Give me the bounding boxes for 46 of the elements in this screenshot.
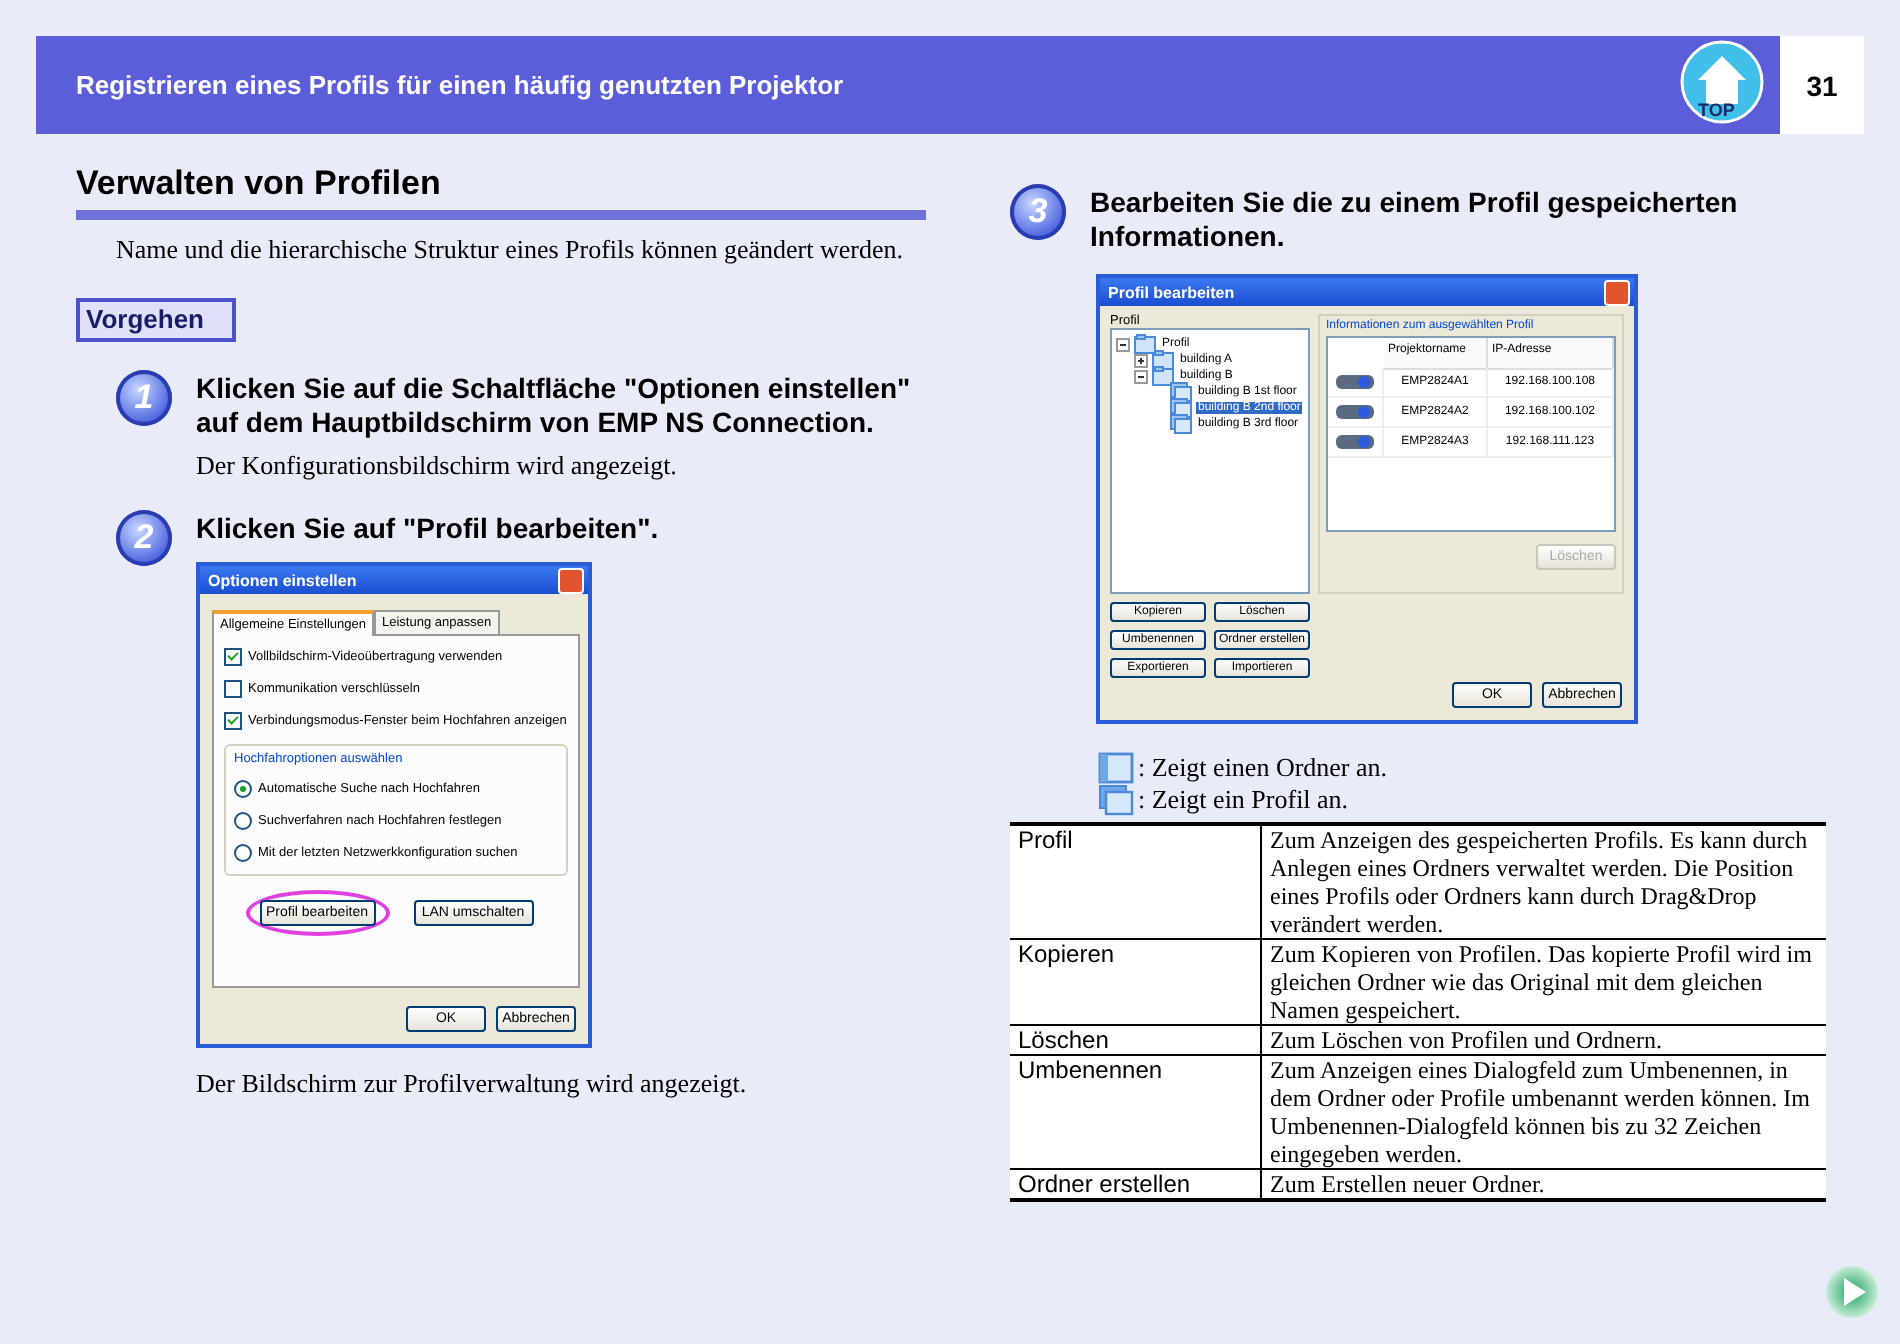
folder-icon [1152, 350, 1174, 370]
step-number: 1 [116, 370, 172, 426]
page-number: 31 [1780, 36, 1864, 134]
table-cell: Zum Anzeigen des gespeicherten Profils. Es kann durch Anlegen eines Ordners verwaltet werden. Die Position eines Profils oder Ordners kann durch Drag&Drop verändert werden. [1270, 826, 1808, 938]
table-cell: Zum Erstellen neuer Ordner. [1270, 1170, 1545, 1198]
projector-icon [1335, 434, 1375, 450]
radio-button[interactable] [234, 780, 252, 798]
window-title: Profil bearbeiten [1108, 283, 1235, 301]
radio-button[interactable] [234, 844, 252, 862]
step-note: Der Konfigurationsbildschirm wird angezeigt. [196, 450, 679, 482]
table-cell: Löschen [1018, 1026, 1109, 1054]
close-button[interactable] [558, 567, 584, 593]
step-title: Bearbeiten Sie die zu einem Profil gespeicherten Informationen. [1090, 186, 1740, 254]
step-number: 3 [1010, 184, 1066, 240]
table-cell: Zum Löschen von Profilen und Ordnern. [1270, 1026, 1662, 1054]
table-cell: Umbenennen [1018, 1056, 1163, 1084]
table-cell: Zum Kopieren von Profilen. Das kopierte Profil wird im gleichen Ordner wie das Original mit dem gleichen Namen gespeichert. [1270, 940, 1812, 1024]
step-title: Klicken Sie auf die Schaltfläche "Optionen einstellen" auf dem Hauptbildschirm von EMP NS Connection. [196, 372, 913, 440]
section-title: Verwalten von Profilen [76, 164, 926, 220]
expander-icon[interactable] [1134, 369, 1148, 383]
table-cell: Kopieren [1018, 940, 1115, 968]
table-cell: Profil [1018, 826, 1073, 854]
page-title: Registrieren eines Profils für einen häufig genutzten Projektor [76, 70, 844, 100]
folder-icon [1134, 334, 1156, 354]
radio-button[interactable] [234, 812, 252, 830]
step-note: Der Bildschirm zur Profilverwaltung wird angezeigt. [196, 1068, 747, 1100]
table-cell: Zum Anzeigen eines Dialogfeld zum Umbenennen, in dem Ordner oder Profile umbenannt werden können. Im Umbenennen-Dialogfeld können bis zu 32 Zeichen eingegeben werden. [1270, 1056, 1810, 1168]
profile-icon [1170, 414, 1192, 434]
projector-icon [1335, 404, 1375, 420]
checkbox[interactable] [224, 648, 242, 666]
profile-icon [1098, 784, 1134, 816]
folder-icon [1152, 366, 1174, 386]
checkbox[interactable] [224, 712, 242, 730]
intro-text: Name und die hierarchische Struktur eines Profils können geändert werden. [116, 232, 905, 266]
table-cell: Ordner erstellen [1018, 1170, 1191, 1198]
close-button[interactable] [1604, 279, 1630, 305]
legend-text: : Zeigt ein Profil an. [1138, 784, 1349, 816]
expander-icon[interactable] [1116, 337, 1130, 351]
procedure-label: Vorgehen [76, 298, 236, 342]
step-title: Klicken Sie auf "Profil bearbeiten". [196, 512, 661, 546]
step-number: 2 [116, 510, 172, 566]
folder-icon [1098, 752, 1134, 784]
window-title: Optionen einstellen [208, 571, 357, 589]
projector-icon [1335, 374, 1375, 390]
checkbox[interactable] [224, 680, 242, 698]
legend-text: : Zeigt einen Ordner an. [1138, 752, 1388, 784]
